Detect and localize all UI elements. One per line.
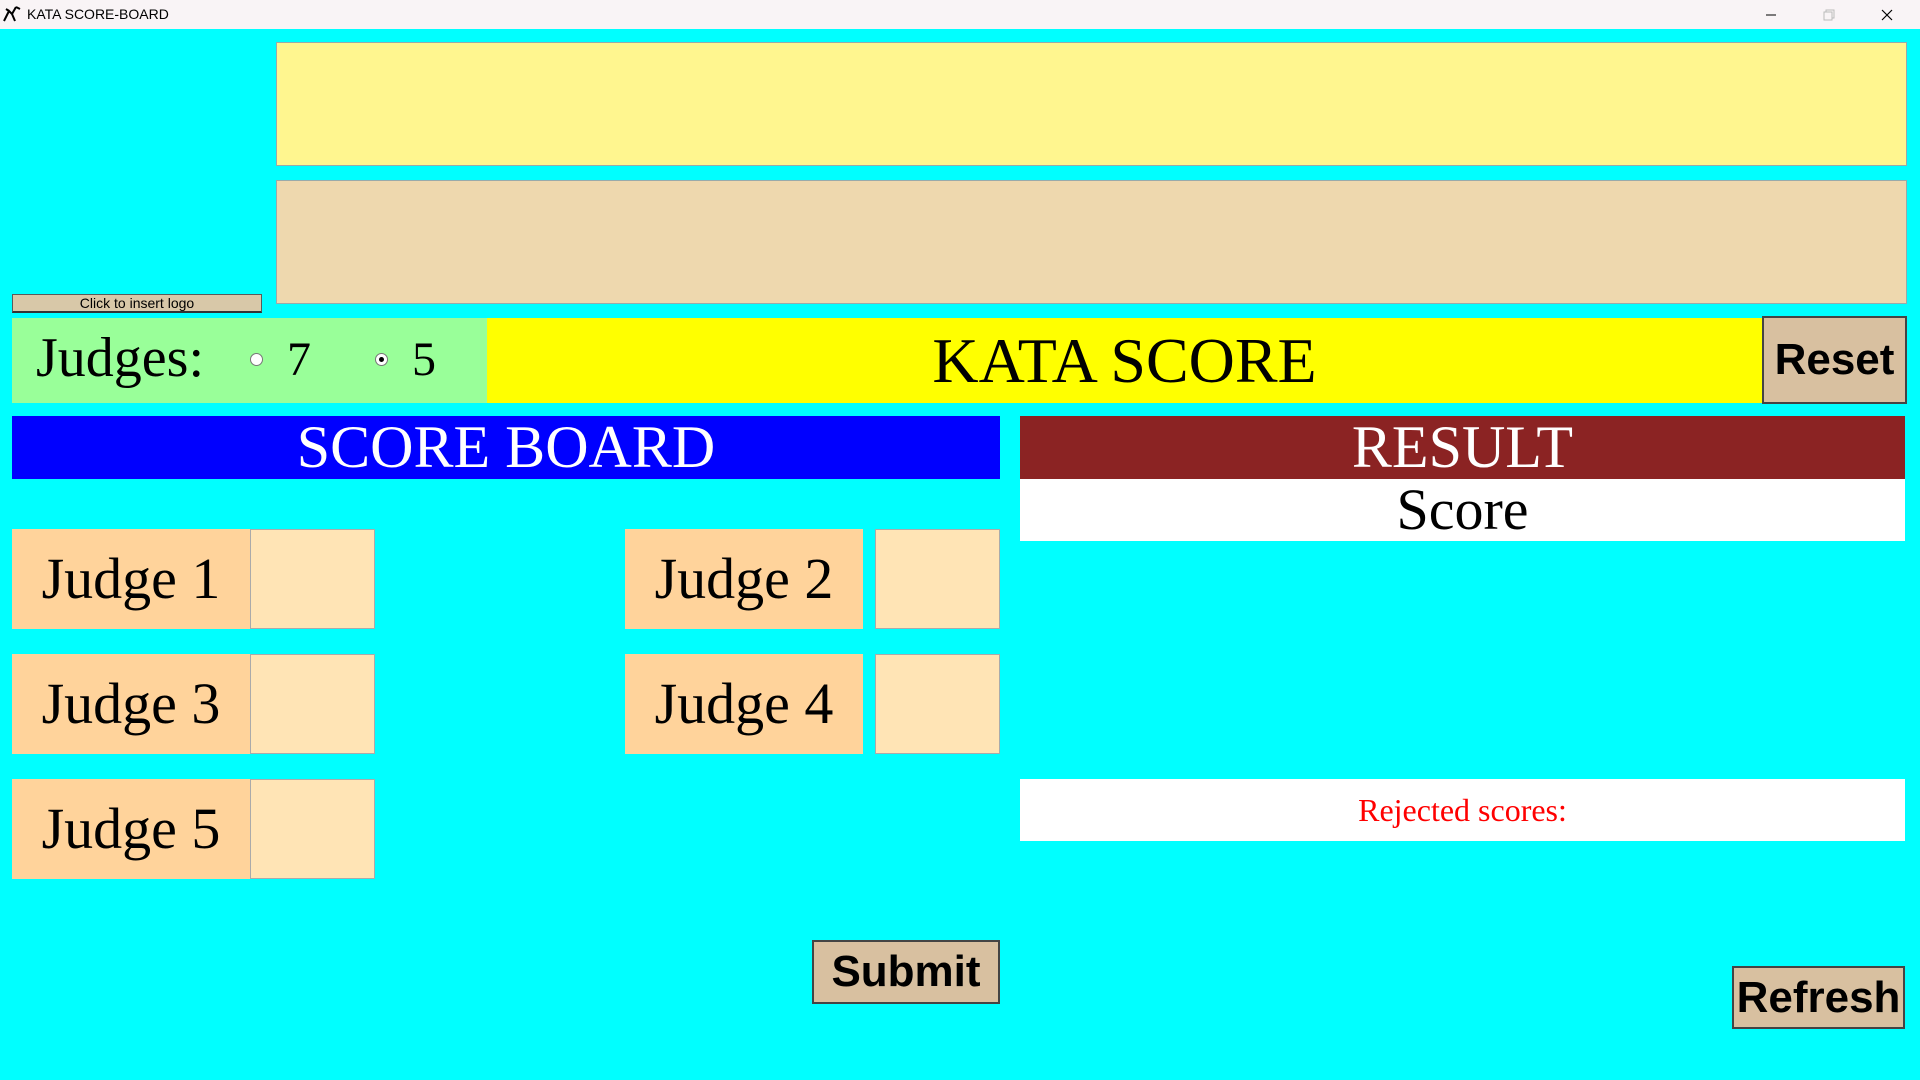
- result-title: RESULT: [1020, 416, 1905, 479]
- judges-7-radio[interactable]: [250, 353, 263, 366]
- judges-5-label: 5: [412, 333, 436, 386]
- judge-2-label: Judge 2: [625, 529, 863, 629]
- maximize-button[interactable]: [1800, 0, 1858, 29]
- judge-3-score-input[interactable]: [250, 654, 375, 754]
- close-icon: [1881, 9, 1893, 20]
- rejected-scores-display: Rejected scores:: [1020, 779, 1905, 841]
- karate-app-icon: [3, 6, 21, 22]
- score-display: Score: [1020, 479, 1905, 541]
- judge-5-score-input[interactable]: [250, 779, 375, 879]
- judge-3-label: Judge 3: [12, 654, 250, 754]
- event-subtitle-field[interactable]: [276, 180, 1907, 304]
- judge-1-score-input[interactable]: [250, 529, 375, 629]
- judge-2-score-input[interactable]: [875, 529, 1000, 629]
- restore-icon: [1823, 9, 1835, 20]
- event-name-field[interactable]: [276, 42, 1907, 166]
- kata-score-title: KATA SCORE: [487, 318, 1762, 403]
- insert-logo-button[interactable]: Click to insert logo: [12, 294, 262, 313]
- refresh-button[interactable]: Refresh: [1732, 966, 1905, 1029]
- judges-label: Judges:: [36, 327, 204, 389]
- minimize-icon: [1766, 14, 1776, 15]
- judge-4-score-input[interactable]: [875, 654, 1000, 754]
- window-title: KATA SCORE-BOARD: [27, 6, 169, 22]
- judge-4-label: Judge 4: [625, 654, 863, 754]
- minimize-button[interactable]: [1742, 0, 1800, 29]
- reset-button[interactable]: Reset: [1762, 316, 1907, 404]
- judge-5-label: Judge 5: [12, 779, 250, 879]
- judge-1-label: Judge 1: [12, 529, 250, 629]
- title-bar: KATA SCORE-BOARD: [0, 0, 1920, 29]
- scoreboard-title: SCORE BOARD: [12, 416, 1000, 479]
- judges-7-label: 7: [287, 333, 311, 386]
- submit-button[interactable]: Submit: [812, 940, 1000, 1004]
- judges-5-radio[interactable]: [375, 353, 388, 366]
- judges-count-panel: Judges: 7 5: [12, 318, 487, 403]
- close-button[interactable]: [1858, 0, 1916, 29]
